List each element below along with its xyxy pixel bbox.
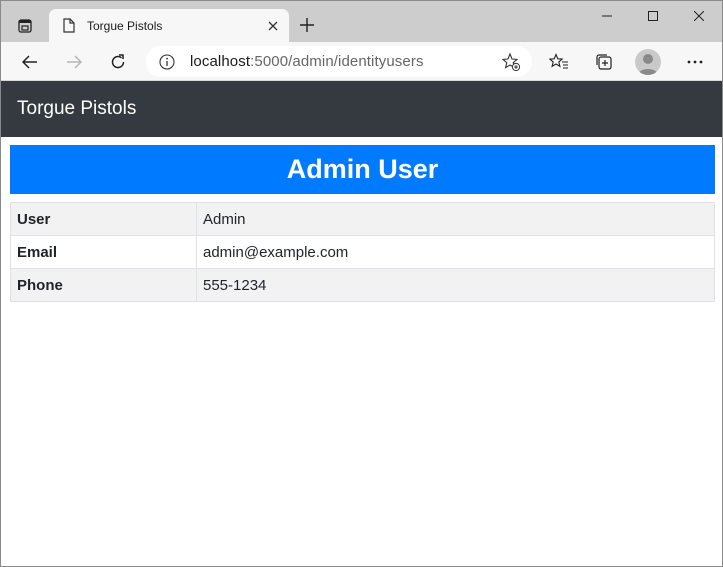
more-options-icon[interactable] [680,47,710,77]
table-row: Email admin@example.com [10,235,715,269]
row-label: Phone [10,268,197,302]
row-value: Admin [196,202,715,236]
refresh-icon[interactable] [103,47,133,77]
minimize-icon[interactable] [584,1,630,31]
page-icon [61,18,77,34]
url-host: localhost [190,53,251,70]
profile-avatar[interactable] [635,49,661,75]
address-url[interactable]: localhost:5000/admin/identityusers [190,53,498,70]
collections-icon[interactable] [589,47,619,77]
row-value: 555-1234 [196,268,715,302]
close-window-icon[interactable] [676,1,722,31]
browser-window: Torgue Pistols localhost:5000/admin/iden… [0,0,723,567]
favorites-icon[interactable] [544,47,574,77]
table-row: Phone 555-1234 [10,268,715,302]
window-controls [584,1,722,31]
row-value: admin@example.com [196,235,715,269]
user-details-table: User Admin Email admin@example.com Phone… [10,202,715,302]
tab-strip: Torgue Pistols [1,1,722,42]
forward-icon[interactable] [59,47,89,77]
tab-title: Torgue Pistols [87,18,163,33]
site-navbar: Torgue Pistols [1,81,722,137]
row-label: User [10,202,197,236]
tab-actions-icon[interactable] [11,12,39,40]
row-label: Email [10,235,197,269]
site-info-icon[interactable] [158,53,176,71]
table-row: User Admin [10,202,715,236]
close-tab-icon[interactable] [261,14,285,38]
page-header-banner: Admin User [10,145,715,194]
brand-link[interactable]: Torgue Pistols [17,98,136,120]
tab-active[interactable]: Torgue Pistols [49,9,289,42]
address-bar[interactable]: localhost:5000/admin/identityusers [146,46,532,77]
back-icon[interactable] [15,47,45,77]
browser-toolbar: localhost:5000/admin/identityusers [1,42,722,81]
url-path: :5000/admin/identityusers [250,53,424,70]
maximize-icon[interactable] [630,1,676,31]
new-tab-icon[interactable] [295,13,319,37]
page-title: Admin User [286,154,439,184]
add-favorite-icon[interactable] [498,49,524,75]
